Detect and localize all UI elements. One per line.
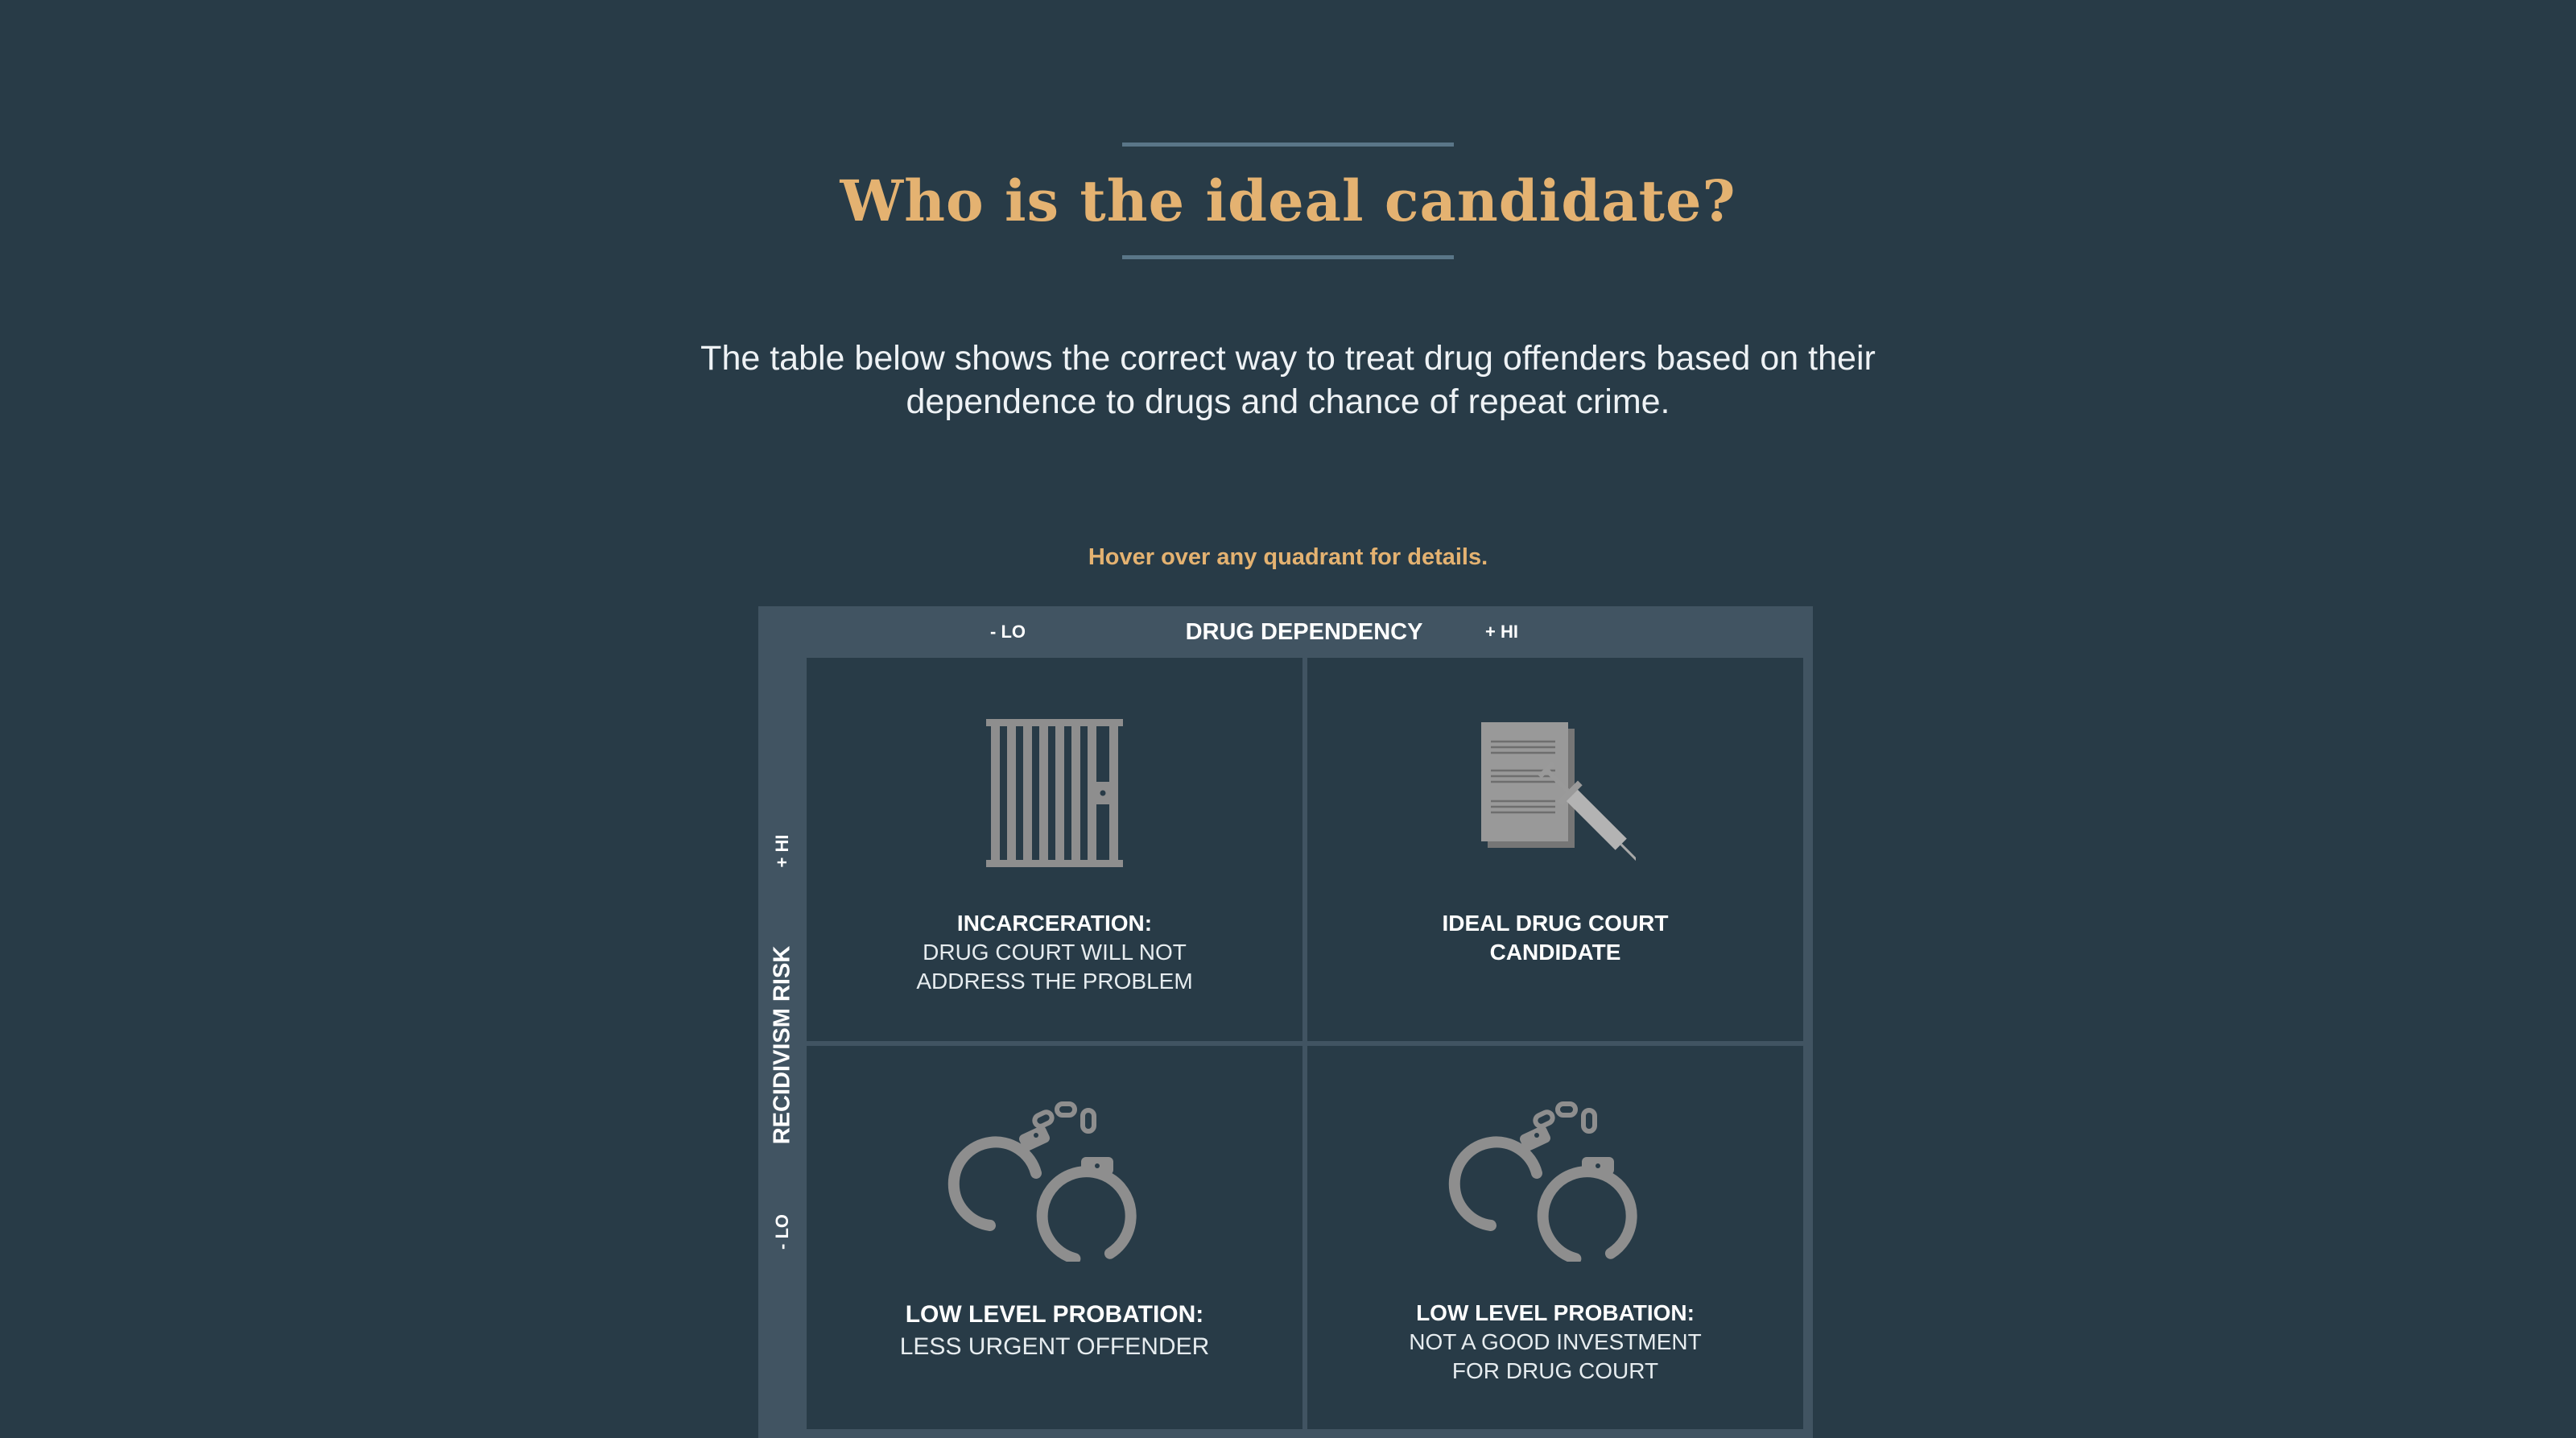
y-axis-high-label: + HI <box>772 834 792 868</box>
handcuffs-icon <box>1307 1101 1803 1266</box>
page-title: Who is the ideal candidate? <box>840 167 1736 234</box>
page: Who is the ideal candidate? The table be… <box>0 0 2576 1438</box>
quadrant-low-probation-less-urgent-heading: LOW LEVEL PROBATION: <box>905 1301 1204 1328</box>
quadrant-incarceration-line-2: ADDRESS THE PROBLEM <box>916 969 1193 994</box>
y-axis-header: + HI RECIDIVISM RISK - LO <box>758 658 807 1438</box>
quadrant-low-probation-not-investment-label: LOW LEVEL PROBATION: NOT A GOOD INVESTME… <box>1307 1299 1803 1386</box>
handcuffs-icon <box>807 1101 1302 1266</box>
hover-hint: Hover over any quadrant for details. <box>1088 544 1488 570</box>
intro-text: The table below shows the correct way to… <box>700 339 1876 421</box>
quadrant-low-probation-less-urgent[interactable]: LOW LEVEL PROBATION: LESS URGENT OFFENDE… <box>807 1046 1302 1429</box>
quadrant-incarceration-line-1: DRUG COURT WILL NOT <box>923 940 1187 965</box>
quadrant-low-probation-not-investment-line-1: NOT A GOOD INVESTMENT <box>1409 1329 1702 1354</box>
quadrant-ideal-candidate-heading-2: CANDIDATE <box>1489 940 1621 965</box>
x-axis-low-label: - LO <box>990 622 1026 642</box>
quadrant-low-probation-less-urgent-line-1: LESS URGENT OFFENDER <box>899 1333 1210 1360</box>
quadrant-ideal-candidate-heading-1: IDEAL DRUG COURT <box>1442 911 1669 936</box>
y-axis-title: RECIDIVISM RISK <box>769 945 795 1145</box>
title-rule-top <box>1122 143 1454 147</box>
documents-syringe-icon <box>1307 722 1803 887</box>
quadrant-low-probation-not-investment[interactable]: LOW LEVEL PROBATION: NOT A GOOD INVESTME… <box>1307 1046 1803 1429</box>
quadrant-incarceration-label: INCARCERATION: DRUG COURT WILL NOT ADDRE… <box>807 909 1302 996</box>
quadrant-ideal-candidate-label: IDEAL DRUG COURT CANDIDATE <box>1307 909 1803 967</box>
quadrant-ideal-candidate[interactable]: IDEAL DRUG COURT CANDIDATE <box>1307 658 1803 1041</box>
quadrant-low-probation-less-urgent-label: LOW LEVEL PROBATION: LESS URGENT OFFENDE… <box>807 1299 1302 1363</box>
quadrant-low-probation-not-investment-heading: LOW LEVEL PROBATION: <box>1416 1300 1695 1325</box>
title-rule-bottom <box>1122 255 1454 259</box>
x-axis-title: DRUG DEPENDENCY <box>1185 619 1423 645</box>
quadrant-low-probation-not-investment-line-2: FOR DRUG COURT <box>1451 1358 1659 1383</box>
quadrant-incarceration[interactable]: INCARCERATION: DRUG COURT WILL NOT ADDRE… <box>807 658 1302 1041</box>
x-axis-header: DRUG DEPENDENCY - LO + HI <box>807 606 1813 658</box>
y-axis-low-label: - LO <box>772 1214 792 1250</box>
x-axis-high-label: + HI <box>1485 622 1518 642</box>
quadrant-incarceration-heading: INCARCERATION: <box>956 911 1153 936</box>
jail-cell-icon <box>807 719 1302 871</box>
quadrant-matrix: DRUG DEPENDENCY - LO + HI + HI RECIDIVIS… <box>758 606 1813 1438</box>
